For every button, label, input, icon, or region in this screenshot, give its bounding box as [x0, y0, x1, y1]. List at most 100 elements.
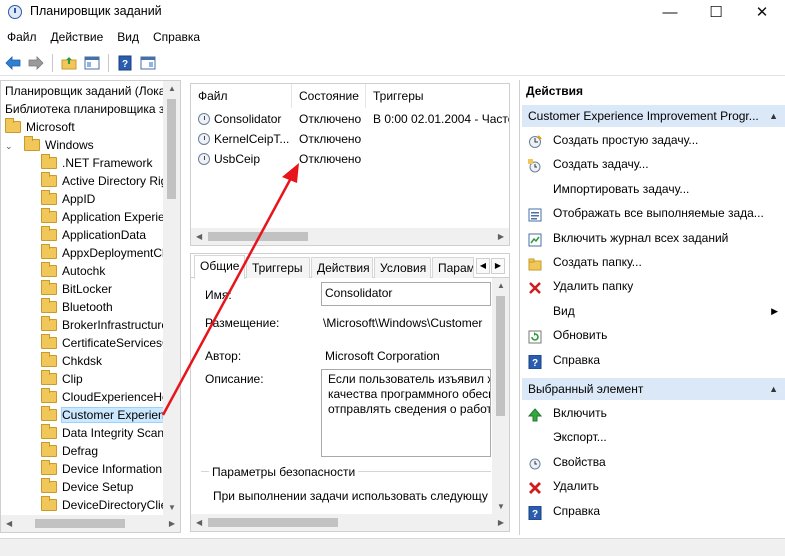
description-field[interactable]: Если пользователь изъявил ж качества про…	[321, 369, 491, 457]
action-item[interactable]: Создать задачу...	[522, 152, 785, 176]
menu-view[interactable]: Вид	[110, 27, 146, 47]
task-row[interactable]: UsbCeip Отключено	[191, 149, 509, 169]
tree-item[interactable]: Device Information	[41, 460, 162, 478]
menu-file[interactable]: Файл	[0, 27, 44, 47]
details-vertical-scrollbar[interactable]: ▲ ▼	[492, 278, 509, 514]
tree-item[interactable]: ApplicationData	[41, 226, 146, 244]
scroll-thumb[interactable]	[208, 518, 338, 527]
expand-chevron-icon[interactable]: ⌄	[5, 137, 15, 155]
menu-action[interactable]: Действие	[44, 27, 111, 47]
action-item[interactable]: Создать папку...	[522, 250, 785, 274]
maximize-button[interactable]: ☐	[693, 0, 739, 24]
tree-item[interactable]: BrokerInfrastructure	[41, 316, 168, 334]
console-tree[interactable]: Планировщик заданий (Локальн Библиотека п…	[0, 80, 181, 533]
action-label: Справка	[553, 352, 601, 367]
action-item[interactable]: Свойства	[522, 450, 785, 474]
scroll-thumb[interactable]	[496, 296, 505, 416]
scroll-right-icon[interactable]: ▶	[498, 232, 504, 241]
action-item[interactable]: Экспорт...	[522, 425, 785, 449]
tree-item[interactable]: AppID	[41, 190, 95, 208]
action-item[interactable]: Вид ▶	[522, 299, 785, 323]
up-folder-button[interactable]	[59, 53, 79, 73]
tab-scroll-left-icon[interactable]: ◀	[476, 258, 490, 274]
tree-item[interactable]: Планировщик заданий (Локальн	[5, 82, 180, 100]
help-toolbar-button[interactable]: ?	[115, 53, 135, 73]
action-item[interactable]: Создать простую задачу...	[522, 128, 785, 152]
tree-item[interactable]: Data Integrity Scan	[41, 424, 164, 442]
back-button[interactable]	[3, 53, 23, 73]
scroll-up-icon[interactable]: ▲	[168, 84, 176, 93]
tree-item[interactable]: Defrag	[41, 442, 98, 460]
tree-item[interactable]: BitLocker	[41, 280, 112, 298]
task-clock-icon	[198, 153, 210, 165]
tree-item[interactable]: Chkdsk	[41, 352, 102, 370]
scroll-right-icon[interactable]: ▶	[169, 519, 175, 528]
action-label: Включить	[553, 406, 607, 420]
task-row[interactable]: Consolidator Отключено В 0:00 02.01.2004…	[191, 109, 509, 129]
scroll-down-icon[interactable]: ▼	[168, 503, 176, 512]
name-field[interactable]: Consolidator	[321, 282, 491, 306]
tab-conditions[interactable]: Условия	[374, 257, 431, 278]
scroll-left-icon[interactable]: ◀	[6, 519, 12, 528]
folder-icon	[41, 352, 57, 367]
scroll-thumb[interactable]	[208, 232, 308, 241]
show-hide-console-tree-button[interactable]	[82, 53, 102, 73]
action-item[interactable]: Удалить папку	[522, 274, 785, 298]
action-item[interactable]: Включить	[522, 401, 785, 425]
menu-help[interactable]: Справка	[146, 27, 207, 47]
forward-button[interactable]	[26, 53, 46, 73]
tab-general[interactable]: Общие	[194, 255, 245, 279]
tree-item[interactable]: ⌄ Windows	[5, 136, 94, 154]
tree-item[interactable]: Microsoft	[5, 118, 75, 136]
scroll-thumb[interactable]	[35, 519, 125, 528]
action-item[interactable]: Отображать все выполняемые зада...	[522, 201, 785, 225]
window-title: Планировщик заданий	[30, 4, 162, 18]
show-hide-action-pane-button[interactable]	[138, 53, 158, 73]
tab-triggers[interactable]: Триггеры	[246, 257, 310, 278]
collapse-icon[interactable]: ▲	[769, 378, 778, 400]
action-item[interactable]: Удалить	[522, 474, 785, 498]
details-horizontal-scrollbar[interactable]: ◀ ▶	[191, 514, 509, 531]
group-header-selected-item[interactable]: Выбранный элемент ▲	[522, 378, 785, 400]
scroll-left-icon[interactable]: ◀	[196, 518, 202, 527]
action-item[interactable]: ? Справка	[522, 499, 785, 523]
scroll-left-icon[interactable]: ◀	[196, 232, 202, 241]
column-header-triggers[interactable]: Триггеры	[366, 84, 509, 108]
scroll-right-icon[interactable]: ▶	[498, 518, 504, 527]
action-item[interactable]: ? Справка	[522, 348, 785, 372]
close-button[interactable]: ✕	[739, 0, 785, 24]
tree-item[interactable]: Autochk	[41, 262, 105, 280]
tree-horizontal-scrollbar[interactable]: ◀ ▶	[1, 515, 180, 532]
tree-item[interactable]: Clip	[41, 370, 83, 388]
action-item[interactable]: Обновить	[522, 323, 785, 347]
tree-item[interactable]: Device Setup	[41, 478, 133, 496]
tab-settings[interactable]: Парам	[432, 257, 474, 278]
tab-scroll-right-icon[interactable]: ▶	[491, 258, 505, 274]
tree-item-label: Библиотека планировщика зада	[5, 102, 181, 116]
tasklist-horizontal-scrollbar[interactable]: ◀ ▶	[191, 228, 509, 245]
task-row[interactable]: KernelCeipT... Отключено	[191, 129, 509, 149]
action-item[interactable]: Импортировать задачу...	[522, 177, 785, 201]
column-header-state[interactable]: Состояние	[292, 84, 366, 108]
tree-item[interactable]: Bluetooth	[41, 298, 113, 316]
column-header-name[interactable]: Файл	[191, 84, 292, 108]
task-list[interactable]: Файл Состояние Триггеры Consolidator Отк…	[190, 83, 510, 246]
tree-item[interactable]: Application Experie	[41, 208, 165, 226]
group-header-folder[interactable]: Customer Experience Improvement Progr...…	[522, 105, 785, 127]
scroll-thumb[interactable]	[167, 99, 176, 199]
tree-item[interactable]: Customer Experienc	[41, 406, 172, 424]
tree-item[interactable]: Библиотека планировщика зада	[5, 100, 181, 118]
minimize-button[interactable]: —	[647, 0, 693, 24]
action-item[interactable]: Включить журнал всех заданий	[522, 226, 785, 250]
tree-item[interactable]: DeviceDirectoryClie	[41, 496, 167, 514]
tree-vertical-scrollbar[interactable]: ▲ ▼	[163, 81, 180, 515]
tree-item[interactable]: CertificateServicesC	[41, 334, 171, 352]
scroll-up-icon[interactable]: ▲	[497, 281, 505, 290]
tab-actions[interactable]: Действия	[311, 257, 373, 278]
tree-item[interactable]: Active Directory Rig	[41, 172, 167, 190]
tree-item[interactable]: AppxDeploymentCl	[41, 244, 165, 262]
collapse-icon[interactable]: ▲	[769, 105, 778, 127]
scroll-down-icon[interactable]: ▼	[497, 502, 505, 511]
tree-item[interactable]: .NET Framework	[41, 154, 152, 172]
tree-item[interactable]: CloudExperienceHo	[41, 388, 169, 406]
